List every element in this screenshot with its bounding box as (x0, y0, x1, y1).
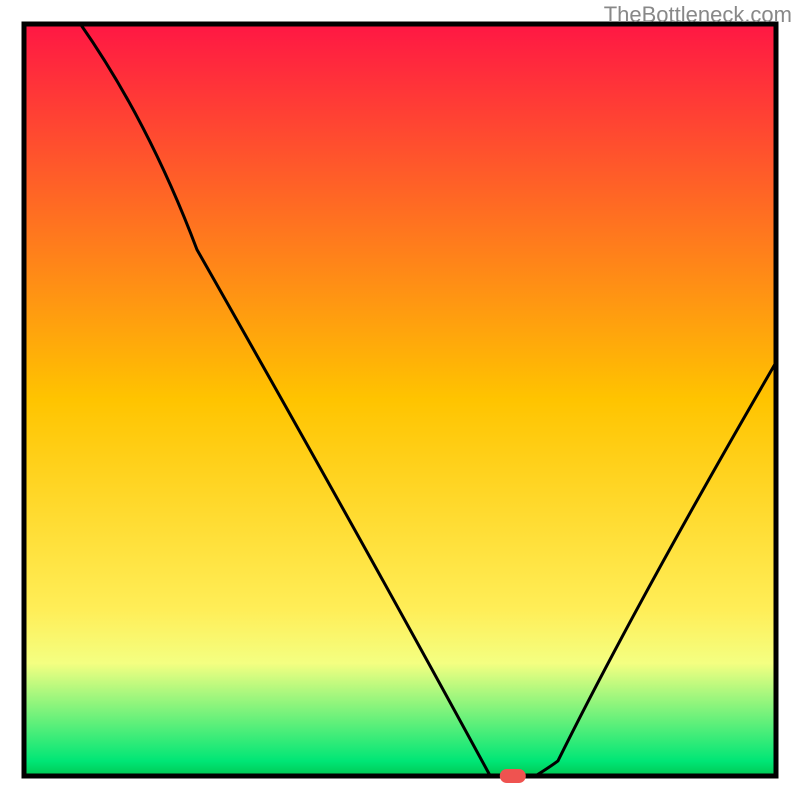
plot-background (24, 24, 776, 776)
chart-container: TheBottleneck.com (0, 0, 800, 800)
optimum-marker (500, 769, 526, 783)
watermark-text: TheBottleneck.com (604, 2, 792, 28)
bottleneck-chart (0, 0, 800, 800)
